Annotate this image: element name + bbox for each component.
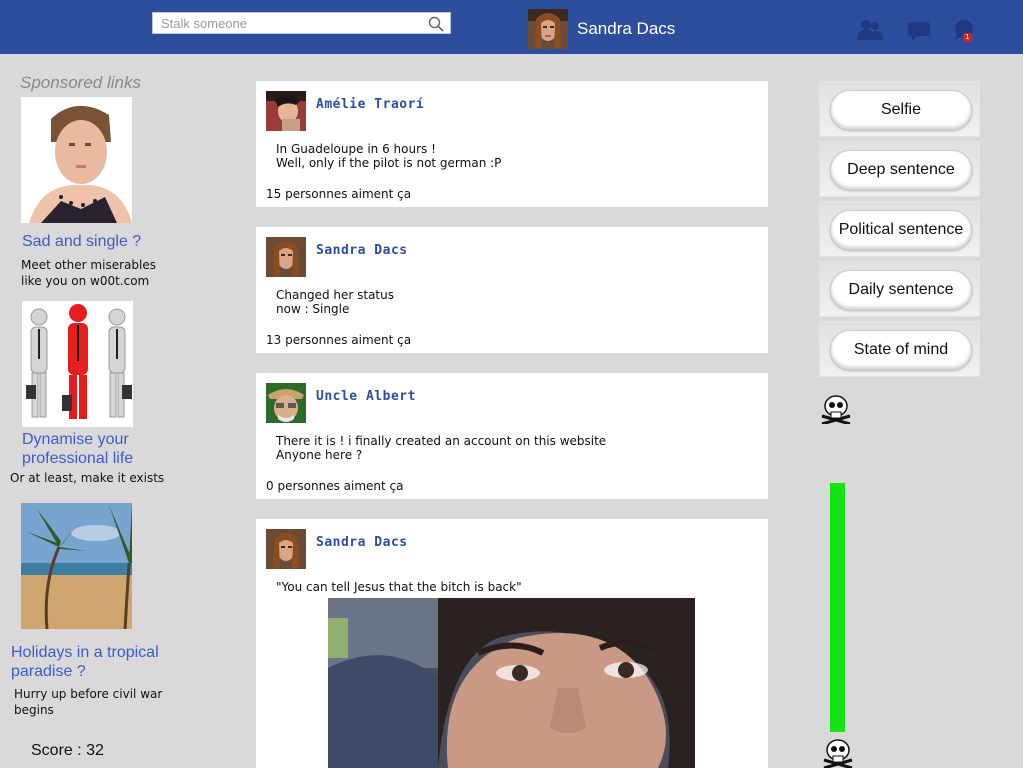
ad-text: Hurry up before civil war begins bbox=[14, 687, 163, 717]
ad-text: Or at least, make it exists bbox=[10, 471, 165, 485]
ad-image-business[interactable] bbox=[22, 301, 133, 427]
search-icon[interactable] bbox=[428, 16, 444, 32]
score-display: Score : 32 bbox=[31, 742, 104, 759]
action-deep-panel: Deep sentence bbox=[819, 141, 980, 197]
user-name[interactable]: Sandra Dacs bbox=[577, 19, 675, 39]
feed-post: Sandra Dacs Changed her status now : Sin… bbox=[256, 227, 768, 353]
messages-icon[interactable] bbox=[906, 18, 934, 42]
action-state-panel: State of mind bbox=[819, 321, 980, 377]
action-political-panel: Political sentence bbox=[819, 201, 980, 257]
selfie-button[interactable]: Selfie bbox=[830, 90, 972, 130]
author-avatar[interactable] bbox=[266, 529, 306, 569]
friends-icon[interactable] bbox=[856, 18, 884, 42]
post-text: There it is ! i finally created an accou… bbox=[276, 434, 607, 462]
user-avatar[interactable] bbox=[528, 9, 568, 49]
post-author[interactable]: Sandra Dacs bbox=[316, 243, 408, 258]
ad-title[interactable]: Dynamise your professional life bbox=[22, 430, 162, 468]
post-author[interactable]: Amélie Traorí bbox=[316, 97, 424, 112]
post-text: Changed her status now : Single bbox=[276, 288, 394, 316]
sanity-meter bbox=[830, 482, 845, 732]
author-avatar[interactable] bbox=[266, 237, 306, 277]
notification-badge: 1 bbox=[963, 33, 972, 42]
deep-sentence-button[interactable]: Deep sentence bbox=[830, 150, 972, 190]
sponsored-title: Sponsored links bbox=[20, 73, 141, 92]
author-avatar[interactable] bbox=[266, 91, 306, 131]
sanity-meter-fill bbox=[830, 483, 845, 732]
post-author[interactable]: Sandra Dacs bbox=[316, 535, 408, 550]
political-sentence-button[interactable]: Political sentence bbox=[830, 210, 972, 250]
ad-title[interactable]: Sad and single ? bbox=[22, 232, 162, 251]
feed-post: Sandra Dacs "You can tell Jesus that the… bbox=[256, 519, 768, 768]
ad-text: Meet other miserables like you on w00t.c… bbox=[21, 258, 156, 288]
post-text: In Guadeloupe in 6 hours ! Well, only if… bbox=[276, 142, 502, 170]
ad-title[interactable]: Holidays in a tropical paradise ? bbox=[11, 643, 181, 681]
current-user[interactable]: Sandra Dacs bbox=[528, 9, 675, 49]
top-bar: Sandra Dacs 1 bbox=[0, 0, 1023, 54]
post-author[interactable]: Uncle Albert bbox=[316, 389, 416, 404]
post-text: "You can tell Jesus that the bitch is ba… bbox=[276, 580, 522, 594]
post-likes[interactable]: 15 personnes aiment ça bbox=[266, 187, 411, 201]
feed-post: Amélie Traorí In Guadeloupe in 6 hours !… bbox=[256, 81, 768, 207]
search-box[interactable] bbox=[152, 12, 451, 34]
skull-icon bbox=[823, 739, 853, 768]
author-avatar[interactable] bbox=[266, 383, 306, 423]
post-likes[interactable]: 0 personnes aiment ça bbox=[266, 479, 403, 493]
action-daily-panel: Daily sentence bbox=[819, 261, 980, 317]
post-photo[interactable] bbox=[328, 598, 695, 768]
skull-icon bbox=[821, 395, 851, 424]
ad-image-woman[interactable] bbox=[21, 97, 132, 223]
search-input[interactable] bbox=[153, 13, 423, 34]
feed-post: Uncle Albert There it is ! i finally cre… bbox=[256, 373, 768, 499]
action-selfie-panel: Selfie bbox=[819, 81, 980, 137]
post-likes[interactable]: 13 personnes aiment ça bbox=[266, 333, 411, 347]
state-of-mind-button[interactable]: State of mind bbox=[830, 330, 972, 370]
ad-image-beach[interactable] bbox=[21, 503, 132, 629]
daily-sentence-button[interactable]: Daily sentence bbox=[830, 270, 972, 310]
